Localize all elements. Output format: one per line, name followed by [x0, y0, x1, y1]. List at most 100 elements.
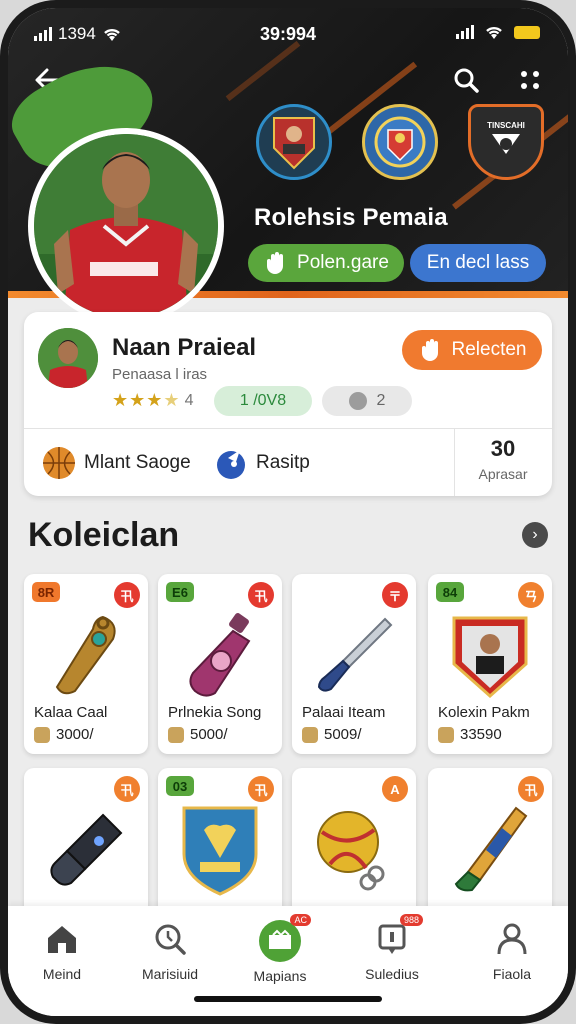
coin-icon — [438, 726, 454, 743]
item-tag: 84 — [436, 582, 464, 602]
collection-more-button[interactable]: › — [522, 522, 548, 548]
item-corner-badge: 卂 — [114, 776, 140, 802]
toggle-chip-label: 2 — [376, 392, 386, 409]
club-crest[interactable]: TINSCAHI — [468, 104, 544, 180]
home-icon — [43, 920, 81, 958]
grid-dots-icon — [521, 71, 539, 89]
search-icon — [454, 68, 479, 93]
search-button[interactable] — [446, 60, 486, 100]
item-price: 5009/ — [302, 726, 362, 743]
item-corner-badge: ㄢ — [518, 582, 544, 608]
nav-item-missions[interactable]: AC Mapians — [230, 914, 330, 984]
item-tag: E6 — [166, 582, 194, 602]
item-price: 3000/ — [34, 726, 94, 743]
nav-item-search[interactable]: Marisiuid — [120, 920, 220, 982]
secondary-pill-label: En decl lass — [426, 252, 530, 273]
count-value: 30 — [490, 436, 516, 461]
club-crest[interactable] — [256, 104, 332, 180]
hand-icon — [267, 252, 284, 274]
nav-label: Marisiuid — [141, 966, 198, 982]
select-button[interactable]: Relecten — [402, 330, 542, 370]
item-art — [440, 608, 540, 700]
item-name: Prlnekia Song — [168, 704, 262, 721]
item-name: Kalaa Caal — [34, 704, 108, 721]
primary-pill-button[interactable]: Polen.gare — [248, 244, 404, 282]
club-crest[interactable] — [362, 104, 438, 180]
stat-1-label: Mlant Saoge — [84, 452, 191, 473]
item-price: 5000/ — [168, 726, 228, 743]
nav-item-home[interactable]: Meind — [12, 920, 112, 982]
nav-item-schedule[interactable]: 988 Suledius — [342, 914, 442, 982]
coin-icon — [34, 726, 50, 743]
coin-icon — [302, 726, 318, 743]
player-avatar[interactable] — [34, 134, 218, 318]
item-corner-badge: A — [382, 776, 408, 802]
club-crests: TINSCAHI — [256, 104, 544, 180]
crest-card-icon — [452, 616, 528, 699]
flashlight-icon — [50, 813, 123, 886]
primary-pill-label: Polen.gare — [297, 252, 389, 273]
player-thumbnail-photo — [38, 328, 98, 388]
torch-icon — [317, 617, 393, 692]
ticket-icon: AC — [259, 914, 311, 962]
basketball-icon — [43, 447, 75, 479]
progress-chip[interactable]: 1 /0V8 — [214, 386, 312, 416]
nav-item-profile[interactable]: Fiaola — [462, 920, 562, 982]
item-name: Kolexin Pakm — [438, 704, 530, 721]
player-thumbnail[interactable] — [38, 328, 98, 388]
ball-chain-icon — [317, 811, 385, 891]
item-art — [36, 802, 136, 894]
star-rating-icon: ★★★★ — [112, 390, 181, 410]
item-tag: 03 — [166, 776, 194, 796]
wifi-icon — [486, 26, 502, 39]
rocket-ball-icon — [217, 450, 245, 479]
toggle-dot-icon — [348, 392, 367, 410]
shield-icon — [182, 806, 258, 896]
stat-2[interactable]: Rasitp — [214, 446, 310, 480]
item-corner-badge: 〒 — [382, 582, 408, 608]
item-price-value: 3000/ — [56, 726, 94, 743]
item-corner-badge: 卂 — [248, 582, 274, 608]
device-icon: 988 — [373, 914, 423, 958]
status-bar: 1394 39:994 — [8, 18, 568, 48]
player-subtitle: Penaasa l iras — [112, 366, 208, 383]
item-art — [440, 802, 540, 894]
phone-frame: 1394 39:994 TINSCAHI Rolehsis Pemaia Pol… — [0, 0, 576, 1024]
divider — [24, 428, 552, 429]
item-tag: 8R — [32, 582, 60, 602]
item-art — [170, 608, 270, 700]
item-art — [304, 608, 404, 700]
secondary-pill-button[interactable]: En decl lass — [410, 244, 546, 282]
home-indicator[interactable] — [194, 996, 382, 1002]
collection-item[interactable]: E6 卂 Prlnekia Song 5000/ — [158, 574, 282, 754]
collection-item[interactable]: 〒 Palaai Iteam 5009/ — [292, 574, 416, 754]
svg-text:TINSCAHI: TINSCAHI — [487, 121, 525, 130]
stat-1[interactable]: Mlant Saoge — [42, 446, 191, 480]
nav-label: Fiaola — [492, 966, 532, 982]
item-price-value: 33590 — [460, 726, 502, 743]
player-name: Naan Praieal — [112, 334, 257, 361]
rating: ★★★★ 4 — [112, 390, 194, 411]
progress-chip-label: 1 /0V8 — [239, 392, 287, 409]
hand-icon — [421, 339, 438, 361]
hero-title: Rolehsis Pemaia — [254, 204, 448, 231]
item-price: 33590 — [438, 726, 502, 743]
collection-item[interactable]: 8R 卂 Kalaa Caal 3000/ — [24, 574, 148, 754]
hero-decoration — [225, 40, 301, 102]
toggle-chip[interactable]: 2 — [322, 386, 412, 416]
app-screen: 1394 39:994 TINSCAHI Rolehsis Pemaia Pol… — [8, 8, 568, 1016]
search-clock-icon — [151, 920, 189, 958]
battery-icon — [514, 25, 540, 39]
player-photo — [34, 134, 218, 318]
crest-portrait-icon — [273, 117, 315, 170]
item-art — [170, 802, 270, 896]
horn-icon — [454, 806, 528, 892]
more-button[interactable] — [510, 60, 550, 100]
item-price-value: 5000/ — [190, 726, 228, 743]
crest-shield-icon — [374, 116, 426, 168]
signal-icon — [456, 25, 474, 39]
collection-item[interactable]: 84 ㄢ Kolexin Pakm 33590 — [428, 574, 552, 754]
item-corner-badge: 卂 — [114, 582, 140, 608]
status-right — [456, 24, 540, 40]
notification-badge: AC — [290, 914, 311, 926]
